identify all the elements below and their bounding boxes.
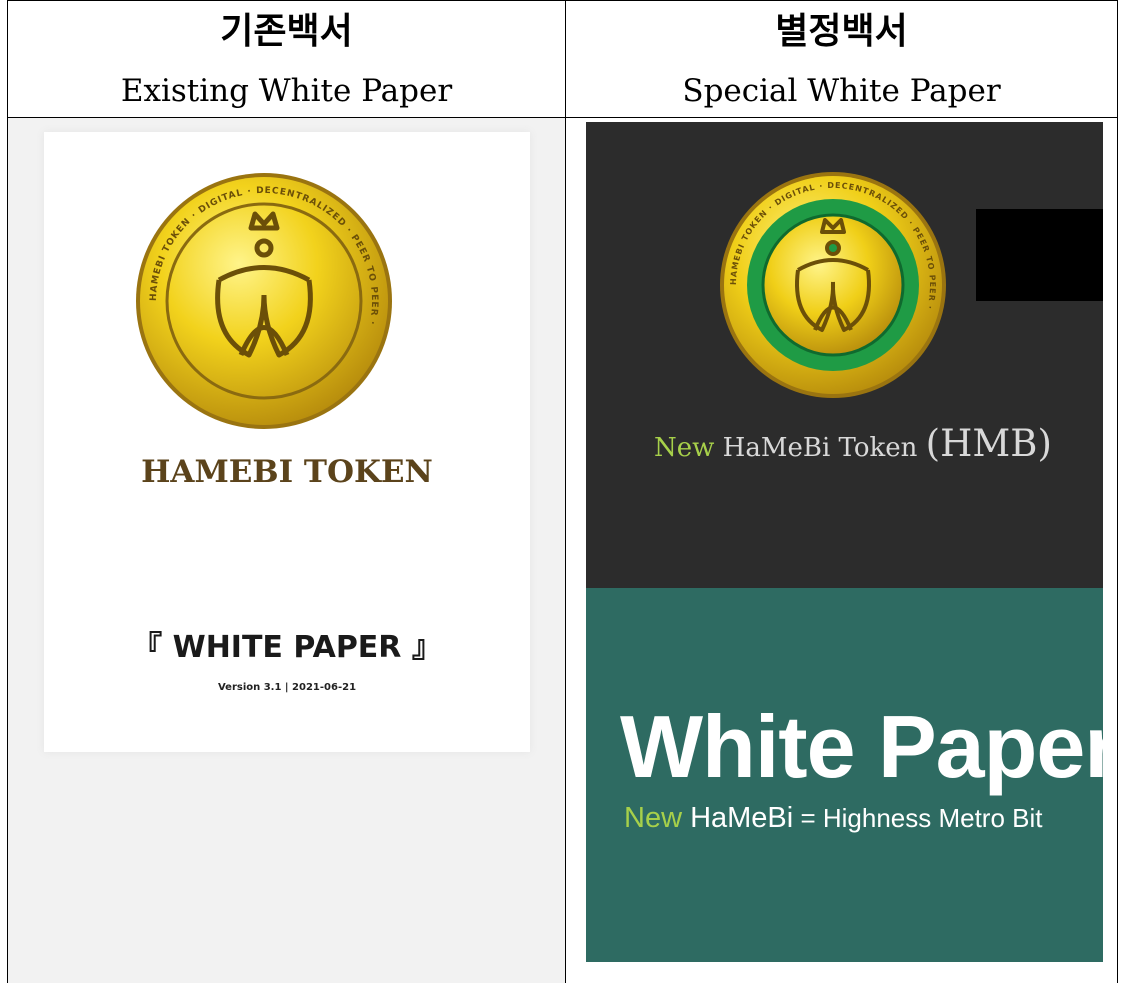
special-cover-dark-section: HAMEBI TOKEN · DIGITAL · DECENTRALIZED ·… <box>586 122 1103 588</box>
hamebi-green-coin-logo: HAMEBI TOKEN · DIGITAL · DECENTRALIZED ·… <box>720 172 946 398</box>
special-white-paper-title: White Paper <box>620 697 1103 796</box>
existing-paper-cover: HAMEBI TOKEN · DIGITAL · DECENTRALIZED ·… <box>44 132 530 752</box>
special-paper-cell: HAMEBI TOKEN · DIGITAL · DECENTRALIZED ·… <box>566 118 1117 983</box>
special-token-title: New HaMeBi Token (HMB) <box>654 422 1052 465</box>
subtitle-hamebi: HaMeBi <box>682 802 794 834</box>
special-subtitle: New HaMeBi = Highness Metro Bit <box>624 802 1043 835</box>
subtitle-new-label: New <box>624 802 683 834</box>
hamebi-coin-logo: HAMEBI TOKEN · DIGITAL · DECENTRALIZED ·… <box>136 173 392 429</box>
existing-token-title: HAMEBI TOKEN <box>141 454 433 490</box>
header-special: 별정백서 Special White Paper <box>566 0 1117 117</box>
special-cover-teal-section: White Paper New HaMeBi = Highness Metro … <box>586 588 1103 962</box>
header-existing-korean: 기존백서 <box>220 11 353 52</box>
subtitle-expansion: = Highness Metro Bit <box>793 803 1043 833</box>
header-special-english: Special White Paper <box>682 73 1001 109</box>
existing-paper-cell: HAMEBI TOKEN · DIGITAL · DECENTRALIZED ·… <box>8 118 565 983</box>
token-new-label: New <box>654 433 715 463</box>
token-name: HaMeBi Token <box>714 433 926 463</box>
header-special-korean: 별정백서 <box>775 11 908 52</box>
header-existing: 기존백서 Existing White Paper <box>8 0 565 117</box>
token-symbol: (HMB) <box>925 422 1052 465</box>
existing-version-line: Version 3.1 | 2021-06-21 <box>217 682 357 693</box>
existing-white-paper-title: 『 WHITE PAPER 』 <box>132 630 442 665</box>
header-existing-english: Existing White Paper <box>120 73 453 109</box>
redacted-block <box>976 209 1103 301</box>
